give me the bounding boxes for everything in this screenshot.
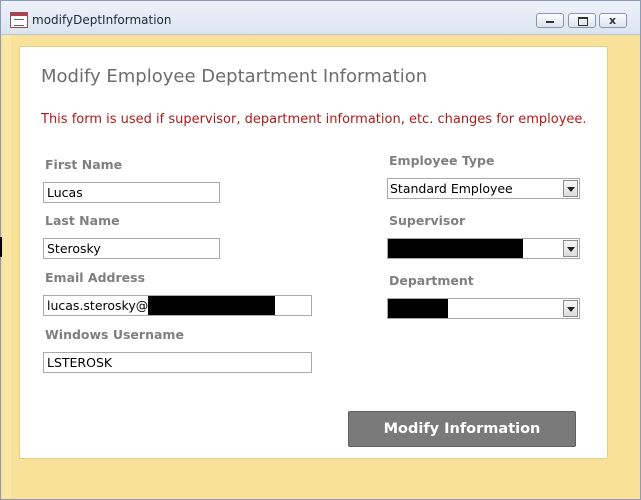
supervisor-select[interactable] — [387, 238, 580, 259]
modify-information-button[interactable]: Modify Information — [348, 411, 576, 447]
edge-mark — [0, 237, 2, 257]
first-name-label: First Name — [45, 157, 123, 172]
supervisor-label: Supervisor — [389, 213, 466, 228]
employee-type-value: Standard Employee — [390, 181, 513, 196]
department-label: Department — [389, 273, 474, 288]
redaction-block — [388, 239, 523, 258]
department-select[interactable] — [387, 298, 580, 319]
email-input[interactable]: lucas.sterosky@ — [43, 295, 312, 316]
restore-icon — [578, 17, 588, 26]
form-window: modifyDeptInformation x Modify Employee … — [0, 0, 641, 500]
chevron-down-icon — [567, 247, 575, 252]
chevron-down-icon — [567, 187, 575, 192]
redaction-block — [388, 299, 448, 318]
form-title: Modify Employee Deptartment Information — [41, 66, 428, 87]
restore-button[interactable] — [568, 13, 596, 28]
record-selector-strip — [3, 35, 11, 498]
access-form-icon — [10, 12, 28, 28]
window-title: modifyDeptInformation — [32, 13, 172, 27]
employee-type-select[interactable]: Standard Employee — [387, 178, 580, 199]
minimize-button[interactable] — [536, 13, 564, 28]
title-bar[interactable]: modifyDeptInformation x — [1, 1, 640, 35]
last-name-input[interactable]: Sterosky — [43, 238, 220, 259]
email-label: Email Address — [45, 270, 146, 285]
employee-type-dropdown-button[interactable] — [563, 180, 578, 197]
chevron-down-icon — [567, 307, 575, 312]
close-button[interactable]: x — [599, 13, 627, 28]
windows-username-label: Windows Username — [45, 327, 184, 342]
department-dropdown-button[interactable] — [563, 300, 578, 317]
form-description: This form is used if supervisor, departm… — [41, 112, 587, 127]
redaction-block — [148, 296, 276, 315]
email-value-prefix: lucas.sterosky@ — [47, 298, 149, 313]
supervisor-dropdown-button[interactable] — [563, 240, 578, 257]
form-panel: Modify Employee Deptartment Information … — [19, 46, 608, 459]
windows-username-input[interactable]: LSTEROSK — [43, 352, 312, 373]
last-name-label: Last Name — [45, 213, 120, 228]
first-name-input[interactable]: Lucas — [43, 182, 220, 203]
minimize-icon — [546, 21, 554, 23]
close-icon: x — [609, 14, 617, 27]
employee-type-label: Employee Type — [389, 153, 495, 168]
